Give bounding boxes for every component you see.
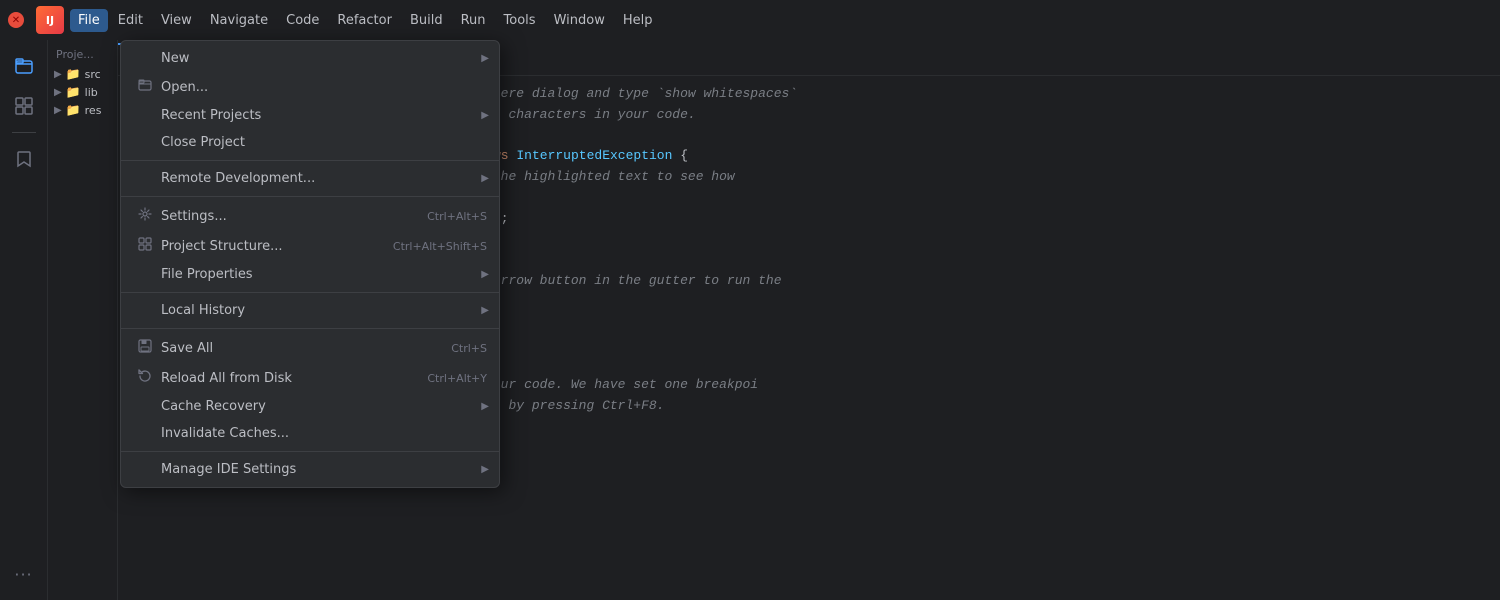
chevron-icon-2: ▶: [54, 87, 62, 98]
menu-entry-cache-recovery-label: Cache Recovery: [161, 399, 487, 414]
menu-entry-project-structure-label: Project Structure...: [161, 239, 385, 254]
save-all-icon: [137, 339, 153, 357]
sidebar-divider: [12, 132, 36, 133]
sidebar-icon-project[interactable]: [6, 48, 42, 84]
menu-entry-reload-all-label: Reload All from Disk: [161, 371, 419, 386]
menu-entry-file-properties-label: File Properties: [161, 267, 487, 282]
menu-entry-invalidate-caches[interactable]: Invalidate Caches...: [121, 420, 499, 447]
menu-entry-open-label: Open...: [161, 80, 487, 95]
menu-entry-new[interactable]: New: [121, 45, 499, 72]
project-panel: Proje... ▶ 📁 src ▶ 📁 lib ▶ 📁 res: [48, 40, 118, 600]
menu-bar: File Edit View Navigate Code Refactor Bu…: [70, 9, 660, 32]
menu-edit[interactable]: Edit: [110, 9, 151, 32]
settings-icon: [137, 207, 153, 225]
open-icon: [137, 78, 153, 96]
menu-view[interactable]: View: [153, 9, 200, 32]
menu-entry-settings[interactable]: Settings... Ctrl+Alt+S: [121, 201, 499, 231]
menu-entry-close-project-label: Close Project: [161, 135, 487, 150]
menu-entry-remote-development-label: Remote Development...: [161, 171, 487, 186]
menu-separator-4: [121, 328, 499, 329]
project-structure-icon: [137, 237, 153, 255]
menu-separator-3: [121, 292, 499, 293]
menu-entry-local-history[interactable]: Local History: [121, 297, 499, 324]
menu-navigate[interactable]: Navigate: [202, 9, 276, 32]
menu-code[interactable]: Code: [278, 9, 327, 32]
app-logo: IJ: [36, 6, 64, 34]
menu-help[interactable]: Help: [615, 9, 661, 32]
menu-entry-save-all-shortcut: Ctrl+S: [451, 342, 487, 355]
menu-build[interactable]: Build: [402, 9, 451, 32]
menu-window[interactable]: Window: [546, 9, 613, 32]
project-item-label-1: src: [85, 68, 101, 81]
menu-entry-open[interactable]: Open...: [121, 72, 499, 102]
folder-icon-1: 📁: [66, 67, 81, 81]
menu-entry-settings-label: Settings...: [161, 209, 419, 224]
menu-refactor[interactable]: Refactor: [329, 9, 400, 32]
sidebar-icons: ···: [0, 40, 48, 600]
menu-entry-file-properties[interactable]: File Properties: [121, 261, 499, 288]
project-tree-item-1[interactable]: ▶ 📁 src: [48, 65, 117, 83]
chevron-icon-3: ▶: [54, 105, 62, 116]
menu-entry-recent-projects-label: Recent Projects: [161, 108, 487, 123]
menu-entry-settings-shortcut: Ctrl+Alt+S: [427, 210, 487, 223]
menu-entry-local-history-label: Local History: [161, 303, 487, 318]
project-tree-item-3[interactable]: ▶ 📁 res: [48, 101, 117, 119]
reload-icon: [137, 369, 153, 387]
menu-entry-recent-projects[interactable]: Recent Projects: [121, 102, 499, 129]
project-item-label-3: res: [85, 104, 102, 117]
menu-file[interactable]: File: [70, 9, 108, 32]
project-tree-item-2[interactable]: ▶ 📁 lib: [48, 83, 117, 101]
sidebar-icon-structure[interactable]: [6, 88, 42, 124]
menu-entry-reload-all[interactable]: Reload All from Disk Ctrl+Alt+Y: [121, 363, 499, 393]
menu-entry-cache-recovery[interactable]: Cache Recovery: [121, 393, 499, 420]
menu-separator-5: [121, 451, 499, 452]
project-item-label-2: lib: [85, 86, 98, 99]
menu-entry-manage-ide-settings-label: Manage IDE Settings: [161, 462, 487, 477]
menu-entry-new-label: New: [161, 51, 487, 66]
menu-entry-project-structure-shortcut: Ctrl+Alt+Shift+S: [393, 240, 487, 253]
menu-entry-project-structure[interactable]: Project Structure... Ctrl+Alt+Shift+S: [121, 231, 499, 261]
menu-entry-save-all[interactable]: Save All Ctrl+S: [121, 333, 499, 363]
menu-entry-reload-all-shortcut: Ctrl+Alt+Y: [427, 372, 487, 385]
project-title: Proje...: [48, 44, 117, 65]
menu-entry-invalidate-caches-label: Invalidate Caches...: [161, 426, 487, 441]
menu-entry-close-project[interactable]: Close Project: [121, 129, 499, 156]
file-menu-dropdown: New Open... Recent Projects Close Projec…: [120, 40, 500, 488]
menu-separator-1: [121, 160, 499, 161]
menu-entry-remote-development[interactable]: Remote Development...: [121, 165, 499, 192]
menu-entry-manage-ide-settings[interactable]: Manage IDE Settings: [121, 456, 499, 483]
menu-tools[interactable]: Tools: [496, 9, 544, 32]
folder-icon-3: 📁: [66, 103, 81, 117]
chevron-icon: ▶: [54, 69, 62, 80]
sidebar-icon-bookmarks[interactable]: [6, 141, 42, 177]
folder-icon-2: 📁: [66, 85, 81, 99]
titlebar: ✕ IJ File Edit View Navigate Code Refact…: [0, 0, 1500, 40]
menu-run[interactable]: Run: [453, 9, 494, 32]
sidebar-icon-more[interactable]: ···: [6, 556, 42, 592]
close-button[interactable]: ✕: [8, 12, 24, 28]
menu-separator-2: [121, 196, 499, 197]
menu-entry-save-all-label: Save All: [161, 341, 443, 356]
